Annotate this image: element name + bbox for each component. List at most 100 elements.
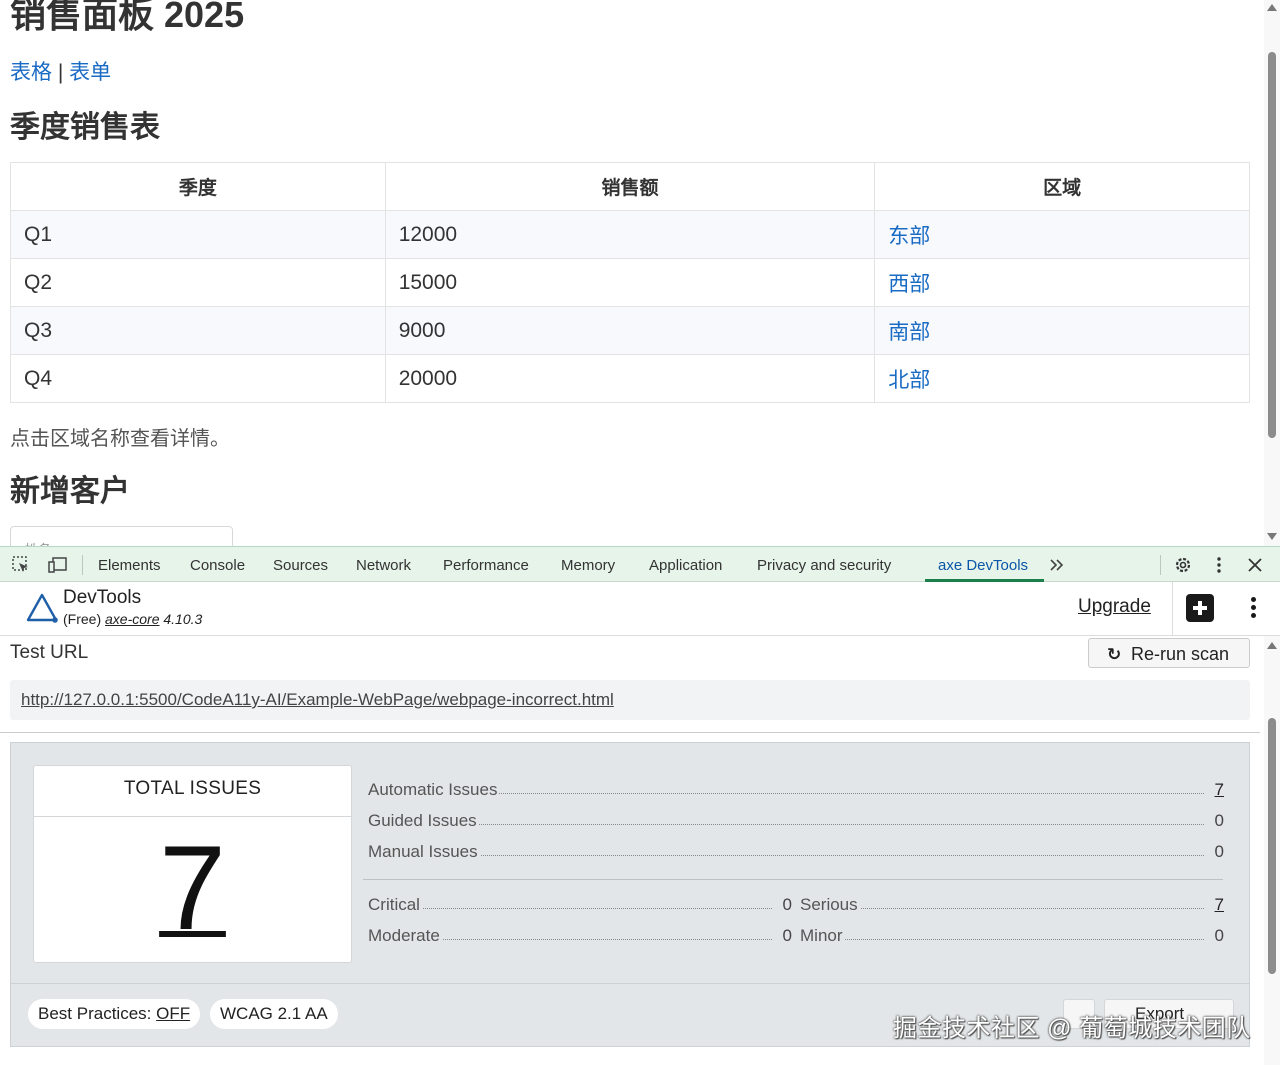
tab-separator <box>1160 555 1161 575</box>
quarter-cell: Q2 <box>10 258 386 307</box>
quarter-cell: Q1 <box>10 210 386 259</box>
manual-issues-row: Manual Issues 0 <box>368 842 1224 864</box>
tab-separator <box>82 555 83 575</box>
best-practices-toggle[interactable]: Best Practices: OFF <box>28 999 201 1029</box>
axe-more-menu-icon[interactable] <box>1244 596 1262 620</box>
quarter-cell: Q4 <box>10 354 386 403</box>
webpage-viewport: 销售面板 2025 表格 | 表单 季度销售表 季度 销售额 区域 Q1 120… <box>0 0 1280 546</box>
close-icon[interactable] <box>1245 555 1265 575</box>
page-nav: 表格 | 表单 <box>10 56 111 86</box>
axe-body: Test URL ↻ Re-run scan http://127.0.0.1:… <box>0 636 1280 1065</box>
critical-count: 0 <box>782 895 792 914</box>
axe-logo-icon <box>26 593 58 623</box>
scroll-down-icon[interactable] <box>1267 533 1277 540</box>
region-link[interactable]: 东部 <box>874 210 1250 259</box>
tab-privacy-security[interactable]: Privacy and security <box>757 557 891 574</box>
refresh-icon: ↻ <box>1107 645 1122 664</box>
tab-network[interactable]: Network <box>356 557 411 574</box>
guided-issues-row: Guided Issues 0 <box>368 811 1224 833</box>
kebab-menu-icon[interactable] <box>1209 555 1229 575</box>
minor-row: Minor 0 <box>800 926 1224 948</box>
tab-axe-devtools[interactable]: axe DevTools <box>938 557 1028 574</box>
axe-core-link[interactable]: axe-core <box>105 611 159 627</box>
rerun-scan-button[interactable]: ↻ Re-run scan <box>1088 638 1250 668</box>
scrollbar-thumb[interactable] <box>1268 718 1276 974</box>
column-header: 季度 <box>10 162 386 211</box>
header-divider <box>1172 582 1173 636</box>
sales-table: 季度 销售额 区域 Q1 12000 东部 Q2 15000 西部 Q3 900… <box>10 162 1250 403</box>
upgrade-link[interactable]: Upgrade <box>1078 596 1151 618</box>
nav-link-form[interactable]: 表单 <box>69 61 111 84</box>
scroll-up-icon[interactable] <box>1267 642 1277 649</box>
moderate-label: Moderate <box>368 926 442 946</box>
table-row: Q3 9000 南部 <box>10 306 1250 355</box>
gear-icon[interactable] <box>1173 555 1193 575</box>
table-row: Q2 15000 西部 <box>10 258 1250 307</box>
region-link[interactable]: 西部 <box>874 258 1250 307</box>
region-link[interactable]: 北部 <box>874 354 1250 403</box>
region-link[interactable]: 南部 <box>874 306 1250 355</box>
serious-label: Serious <box>800 895 860 915</box>
device-toolbar-icon[interactable] <box>48 555 68 575</box>
table-row: Q1 12000 东部 <box>10 210 1250 259</box>
nav-divider: | <box>57 61 64 84</box>
total-issues-label: TOTAL ISSUES <box>123 778 262 799</box>
best-practices-label: Best Practices: <box>38 1004 152 1023</box>
test-url-field: http://127.0.0.1:5500/CodeA11y-AI/Exampl… <box>10 680 1250 720</box>
tab-application[interactable]: Application <box>649 557 722 574</box>
issues-summary-panel: TOTAL ISSUES 7 Automatic Issues 7 Guided… <box>10 742 1250 1047</box>
table-note: 点击区域名称查看详情。 <box>10 428 230 450</box>
panel-scrollbar[interactable] <box>1264 636 1280 1065</box>
critical-label: Critical <box>368 895 422 915</box>
section-divider <box>0 732 1260 733</box>
test-url-link[interactable]: http://127.0.0.1:5500/CodeA11y-AI/Exampl… <box>21 690 614 710</box>
rerun-scan-label: Re-run scan <box>1131 644 1230 664</box>
tab-elements[interactable]: Elements <box>98 557 161 574</box>
watermark-text: 掘金技术社区 @ 葡萄城技术团队 <box>893 1015 1251 1042</box>
page-title: 销售面板 2025 <box>10 0 245 35</box>
quarter-cell: Q3 <box>10 306 386 355</box>
guided-issues-count: 0 <box>1214 811 1224 830</box>
add-plus-icon[interactable] <box>1186 594 1214 622</box>
table-row: Q4 20000 北部 <box>10 354 1250 403</box>
page-scrollbar[interactable] <box>1264 0 1280 546</box>
manual-issues-label: Manual Issues <box>368 842 480 862</box>
automatic-issues-row: Automatic Issues 7 <box>368 780 1224 802</box>
plan-label: (Free) <box>63 611 102 627</box>
serious-row: Serious 7 <box>800 895 1224 917</box>
nav-link-table[interactable]: 表格 <box>10 61 52 84</box>
total-issues-count[interactable]: 7 <box>34 828 351 948</box>
customer-name-input[interactable]: 姓名 <box>10 526 233 546</box>
tab-memory[interactable]: Memory <box>561 557 615 574</box>
serious-count[interactable]: 7 <box>1210 895 1224 915</box>
axe-product-name: DevTools <box>63 587 142 608</box>
best-practices-value[interactable]: OFF <box>156 1004 190 1023</box>
scroll-up-icon[interactable] <box>1267 4 1277 11</box>
guided-issues-label: Guided Issues <box>368 811 479 831</box>
manual-issues-count: 0 <box>1214 842 1224 861</box>
inspect-element-icon[interactable] <box>11 555 31 575</box>
tab-sources[interactable]: Sources <box>273 557 328 574</box>
sales-cell: 9000 <box>384 306 876 355</box>
moderate-row: Moderate 0 <box>368 926 792 948</box>
wcag-standard-chip[interactable]: WCAG 2.1 AA <box>210 999 338 1029</box>
minor-label: Minor <box>800 926 845 946</box>
minor-count: 0 <box>1214 926 1224 945</box>
moderate-count: 0 <box>782 926 792 945</box>
sales-cell: 15000 <box>384 258 876 307</box>
axe-version-line: (Free) axe-core 4.10.3 <box>63 611 202 627</box>
scrollbar-thumb[interactable] <box>1268 52 1276 438</box>
table-header-row: 季度 销售额 区域 <box>10 162 1250 211</box>
axe-header: DevTools (Free) axe-core 4.10.3 Upgrade <box>0 582 1280 636</box>
more-tabs-chevron-icon[interactable] <box>1047 555 1067 575</box>
tab-performance[interactable]: Performance <box>443 557 529 574</box>
automatic-issues-count[interactable]: 7 <box>1210 780 1224 800</box>
input-placeholder: 姓名 <box>25 539 51 546</box>
summary-divider <box>363 879 1223 880</box>
automatic-issues-label: Automatic Issues <box>368 780 500 800</box>
test-url-label: Test URL <box>10 642 89 663</box>
axe-core-version: 4.10.3 <box>163 611 203 627</box>
tab-console[interactable]: Console <box>190 557 245 574</box>
summary-footer-divider <box>11 983 1249 984</box>
card-divider <box>34 816 351 817</box>
